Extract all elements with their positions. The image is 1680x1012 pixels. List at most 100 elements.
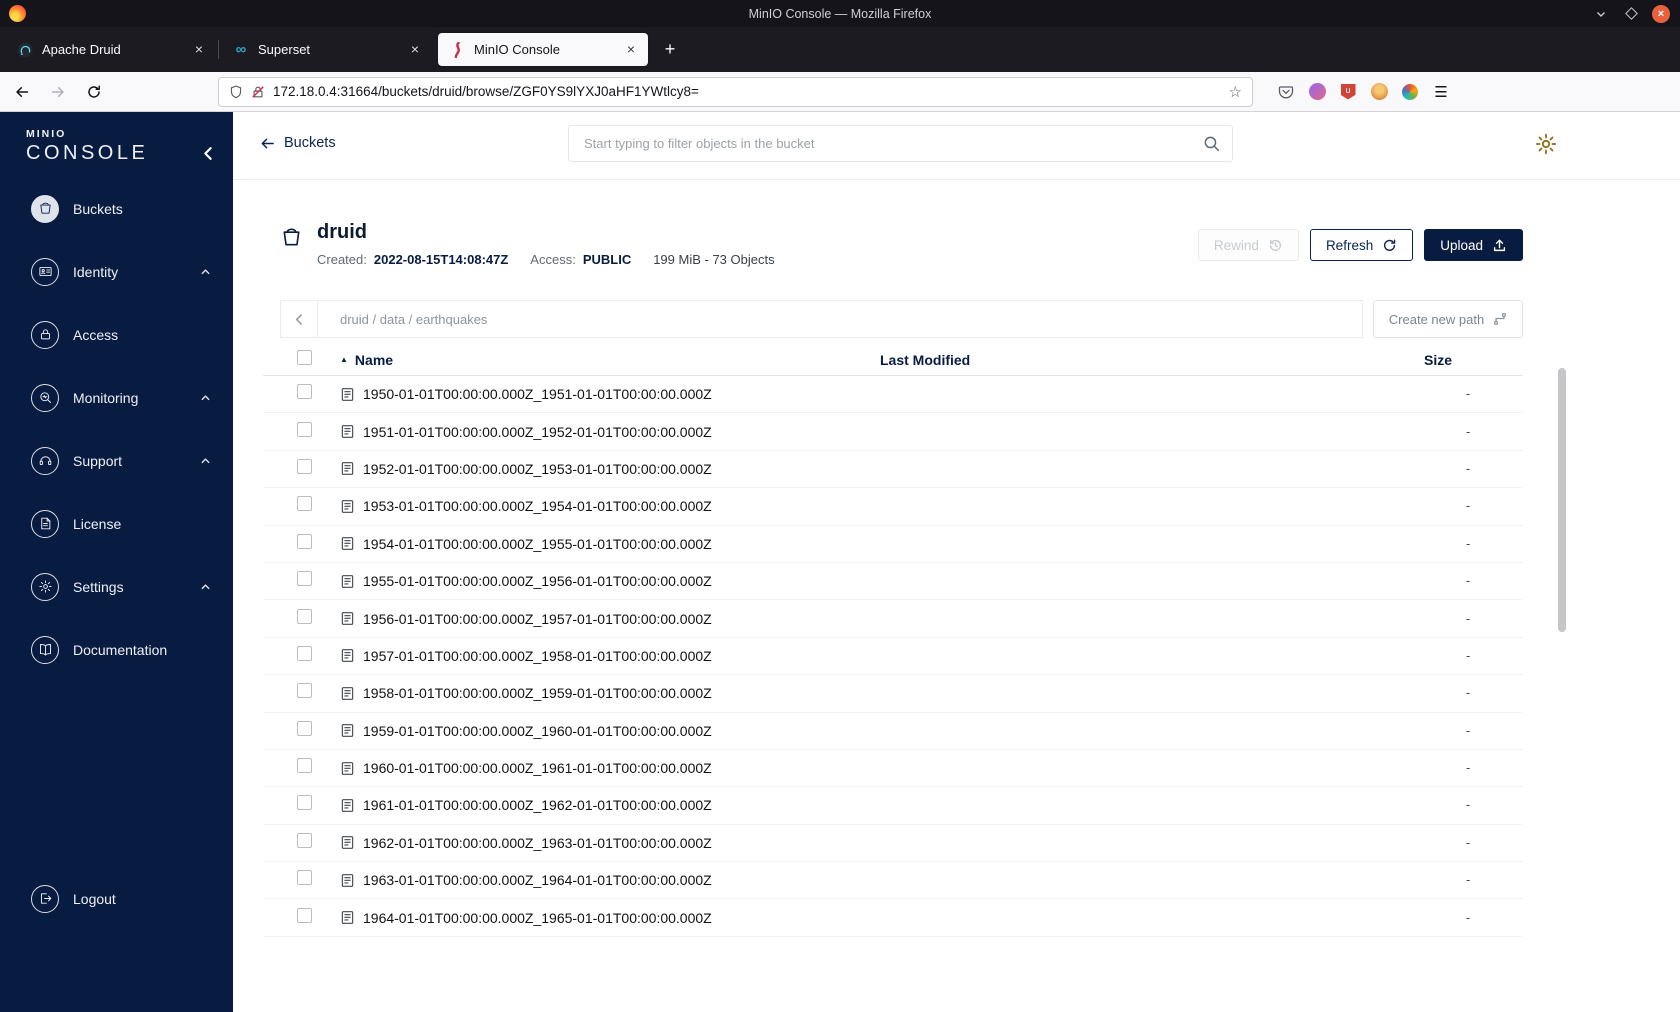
column-header-name[interactable]: ▲ Name (340, 352, 880, 368)
tab-label: Apache Druid (42, 42, 121, 57)
sidebar-item-access[interactable]: Access (0, 303, 233, 366)
settings-icon (31, 572, 59, 601)
bookmark-star-icon[interactable]: ☆ (1229, 83, 1242, 101)
search-input[interactable] (568, 125, 1233, 162)
rewind-button[interactable]: Rewind (1197, 229, 1299, 261)
table-row[interactable]: 1962-01-01T00:00:00.000Z_1963-01-01T00:0… (263, 825, 1523, 863)
table-row[interactable]: 1954-01-01T00:00:00.000Z_1955-01-01T00:0… (263, 526, 1523, 563)
close-window-icon[interactable]: × (1652, 4, 1670, 23)
path-bar: druid / data / earthquakes Create new pa… (280, 300, 1523, 338)
pocket-icon[interactable] (1277, 83, 1295, 101)
sidebar-item-monitoring[interactable]: Monitoring (0, 366, 233, 429)
create-new-path-button[interactable]: Create new path (1373, 300, 1523, 338)
upload-button[interactable]: Upload (1424, 229, 1523, 261)
breadcrumb[interactable]: druid / data / earthquakes (340, 312, 487, 327)
table-row[interactable]: 1951-01-01T00:00:00.000Z_1952-01-01T00:0… (263, 413, 1523, 451)
path-back-button[interactable] (281, 301, 318, 337)
table-row[interactable]: 1955-01-01T00:00:00.000Z_1956-01-01T00:0… (263, 563, 1523, 601)
sidebar-item-license[interactable]: License (0, 492, 233, 555)
table-row[interactable]: 1961-01-01T00:00:00.000Z_1962-01-01T00:0… (263, 787, 1523, 825)
sidebar-item-settings[interactable]: Settings (0, 555, 233, 618)
table-row[interactable]: 1958-01-01T00:00:00.000Z_1959-01-01T00:0… (263, 675, 1523, 713)
sidebar-collapse-icon[interactable] (197, 142, 219, 164)
scrollbar-thumb[interactable] (1558, 368, 1566, 632)
row-checkbox[interactable] (297, 645, 312, 661)
prefix-icon (340, 611, 355, 626)
profile-avatar-icon[interactable] (1370, 83, 1388, 101)
row-checkbox[interactable] (297, 608, 312, 624)
minimize-icon[interactable] (1592, 5, 1610, 23)
sidebar-nav: Buckets Identity Access Monitoring Support Li… (0, 177, 233, 681)
table-row[interactable]: 1953-01-01T00:00:00.000Z_1954-01-01T00:0… (263, 488, 1523, 526)
account-avatar-icon[interactable] (1308, 83, 1326, 101)
tab-minio-console[interactable]: MinIO Console × (438, 33, 648, 66)
object-size: - (1466, 722, 1471, 738)
table-row[interactable]: 1956-01-01T00:00:00.000Z_1957-01-01T00:0… (263, 600, 1523, 638)
chevron-up-icon (200, 266, 211, 277)
object-size: - (1466, 834, 1471, 850)
object-name: 1954-01-01T00:00:00.000Z_1955-01-01T00:0… (363, 535, 712, 552)
row-checkbox[interactable] (297, 533, 312, 549)
sidebar-item-support[interactable]: Support (0, 429, 233, 492)
row-checkbox[interactable] (297, 758, 312, 774)
back-button[interactable] (4, 77, 40, 107)
window-controls: × (1592, 0, 1670, 27)
column-header-size[interactable]: Size (1424, 352, 1523, 368)
table-row[interactable]: 1957-01-01T00:00:00.000Z_1958-01-01T00:0… (263, 638, 1523, 676)
table-row[interactable]: 1963-01-01T00:00:00.000Z_1964-01-01T00:0… (263, 862, 1523, 900)
back-to-buckets-link[interactable]: Buckets (260, 135, 336, 151)
prefix-icon (340, 461, 355, 476)
row-checkbox[interactable] (297, 795, 312, 811)
minio-favicon (449, 41, 465, 58)
row-checkbox[interactable] (297, 907, 312, 923)
close-tab-icon[interactable]: × (406, 41, 424, 59)
search-icon (1203, 135, 1220, 152)
table-row[interactable]: 1964-01-01T00:00:00.000Z_1965-01-01T00:0… (263, 899, 1523, 937)
ublock-icon[interactable]: u (1339, 83, 1357, 101)
close-tab-icon[interactable]: × (622, 41, 640, 59)
row-checkbox[interactable] (297, 421, 312, 437)
forward-button[interactable] (40, 77, 76, 107)
object-name: 1955-01-01T00:00:00.000Z_1956-01-01T00:0… (363, 573, 712, 590)
row-checkbox[interactable] (297, 720, 312, 736)
navigation-toolbar: 172.18.0.4:31664/buckets/druid/browse/ZG… (0, 72, 1680, 112)
insecure-lock-icon[interactable] (251, 85, 265, 99)
url-text[interactable]: 172.18.0.4:31664/buckets/druid/browse/ZG… (273, 84, 1221, 99)
settings-gear-icon[interactable] (1534, 132, 1558, 156)
object-size: - (1466, 423, 1471, 439)
table-row[interactable]: 1952-01-01T00:00:00.000Z_1953-01-01T00:0… (263, 451, 1523, 489)
shield-icon[interactable] (229, 85, 243, 99)
select-all-checkbox[interactable] (297, 349, 312, 365)
sidebar-item-documentation[interactable]: Documentation (0, 618, 233, 681)
maximize-icon[interactable] (1622, 5, 1640, 23)
table-row[interactable]: 1960-01-01T00:00:00.000Z_1961-01-01T00:0… (263, 750, 1523, 788)
row-checkbox[interactable] (297, 870, 312, 886)
sidebar-item-identity[interactable]: Identity (0, 240, 233, 303)
menu-icon[interactable]: ☰ (1432, 83, 1450, 101)
table-row[interactable]: 1959-01-01T00:00:00.000Z_1960-01-01T00:0… (263, 713, 1523, 750)
new-tab-button[interactable]: + (656, 36, 684, 64)
row-checkbox[interactable] (297, 832, 312, 848)
prefix-icon (340, 387, 355, 402)
column-header-last-modified[interactable]: Last Modified (880, 352, 1424, 368)
close-tab-icon[interactable]: × (190, 41, 208, 59)
refresh-button[interactable]: Refresh (1309, 229, 1414, 261)
extension-icon[interactable] (1401, 83, 1419, 101)
sidebar-item-buckets[interactable]: Buckets (0, 177, 233, 240)
sidebar-item-logout[interactable]: Logout (0, 867, 233, 930)
prefix-icon (340, 835, 355, 850)
url-bar[interactable]: 172.18.0.4:31664/buckets/druid/browse/ZG… (218, 76, 1253, 107)
reload-button[interactable] (76, 77, 112, 107)
documentation-icon (31, 635, 59, 664)
row-checkbox[interactable] (297, 496, 312, 512)
table-row[interactable]: 1950-01-01T00:00:00.000Z_1951-01-01T00:0… (263, 376, 1523, 414)
row-checkbox[interactable] (297, 384, 312, 400)
object-size: - (1466, 797, 1471, 813)
row-checkbox[interactable] (297, 571, 312, 587)
row-checkbox[interactable] (297, 458, 312, 474)
toolbar-extensions: u ☰ (1277, 83, 1450, 101)
breadcrumb-box: druid / data / earthquakes (280, 300, 1363, 338)
tab-superset[interactable]: ∞ Superset × (222, 33, 432, 66)
row-checkbox[interactable] (297, 683, 312, 699)
tab-apache-druid[interactable]: Apache Druid × (6, 33, 216, 66)
